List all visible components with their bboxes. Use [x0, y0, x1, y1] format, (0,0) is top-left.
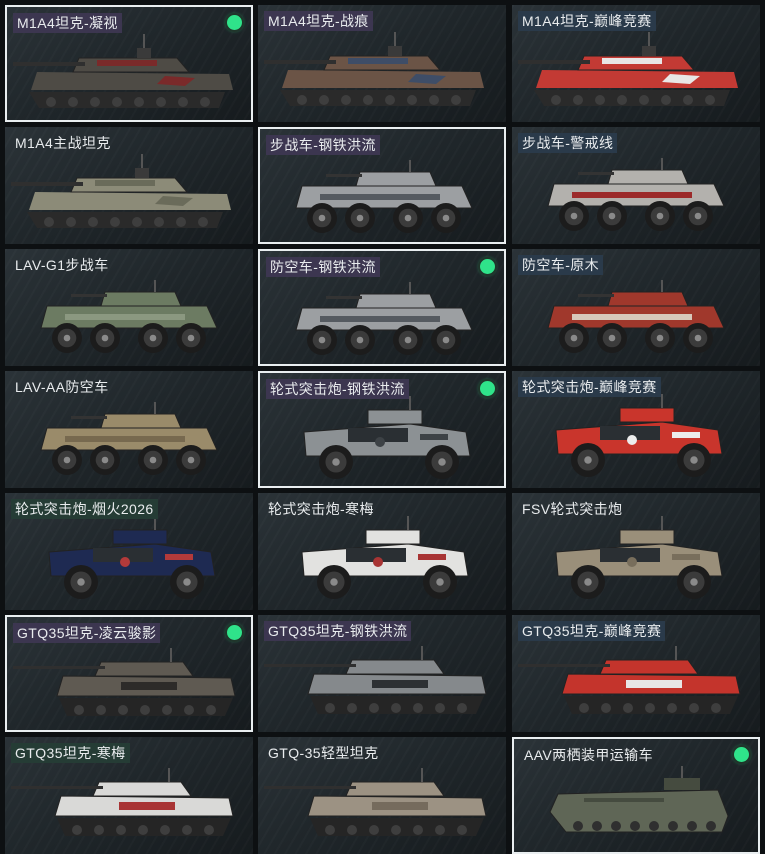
vehicle-card[interactable]: AAV两栖装甲运输车: [512, 737, 760, 854]
ifv-vehicle-image: [547, 158, 725, 231]
vehicle-name-label: M1A4坦克-战痕: [264, 11, 373, 31]
vehicle-card[interactable]: GTQ-35轻型坦克: [258, 737, 506, 854]
vehicle-name-label: GTQ35坦克-巅峰竞赛: [518, 621, 666, 641]
truck-vehicle-image: [48, 516, 216, 599]
vehicle-name-label: GTQ35坦克-钢铁洪流: [264, 621, 412, 641]
vehicle-name-label: GTQ35坦克-寒梅: [11, 743, 130, 763]
vehicle-card[interactable]: FSV轮式突击炮: [512, 493, 760, 610]
vehicle-card[interactable]: 轮式突击炮-寒梅: [258, 493, 506, 610]
vehicle-card[interactable]: 防空车-钢铁洪流: [258, 249, 506, 366]
light-vehicle-image: [11, 768, 234, 836]
ifv-vehicle-image: [40, 280, 218, 353]
vehicle-card[interactable]: GTQ35坦克-寒梅: [5, 737, 253, 854]
equipped-indicator-icon: [734, 747, 749, 762]
tank-vehicle-image: [264, 32, 484, 106]
equipped-indicator-icon: [227, 15, 242, 30]
vehicle-card[interactable]: 轮式突击炮-烟火2026: [5, 493, 253, 610]
vehicle-card[interactable]: M1A4坦克-凝视: [5, 5, 253, 122]
vehicle-name-label: 轮式突击炮-烟火2026: [11, 499, 158, 519]
vehicle-name-label: GTQ35坦克-凌云骏影: [13, 623, 161, 643]
ifv-vehicle-image: [40, 402, 218, 475]
light-vehicle-image: [264, 646, 487, 714]
vehicle-card[interactable]: 步战车-钢铁洪流: [258, 127, 506, 244]
ifv-vehicle-image: [547, 280, 725, 353]
ifv-vehicle-image: [295, 282, 473, 355]
light-vehicle-image: [518, 646, 741, 714]
vehicle-name-label: FSV轮式突击炮: [522, 501, 623, 517]
vehicle-name-label: 轮式突击炮-巅峰竞赛: [518, 377, 661, 397]
vehicle-card[interactable]: 轮式突击炮-巅峰竞赛: [512, 371, 760, 488]
light-vehicle-image: [13, 648, 236, 716]
vehicle-card[interactable]: LAV-AA防空车: [5, 371, 253, 488]
vehicle-card[interactable]: GTQ35坦克-凌云骏影: [5, 615, 253, 732]
vehicle-card[interactable]: 步战车-警戒线: [512, 127, 760, 244]
vehicle-card[interactable]: M1A4主战坦克: [5, 127, 253, 244]
vehicle-name-label: 步战车-警戒线: [518, 133, 618, 153]
vehicle-card[interactable]: M1A4坦克-战痕: [258, 5, 506, 122]
vehicle-name-label: M1A4坦克-巅峰竞赛: [518, 11, 656, 31]
equipped-indicator-icon: [480, 259, 495, 274]
vehicle-card[interactable]: LAV-G1步战车: [5, 249, 253, 366]
vehicle-name-label: 轮式突击炮-寒梅: [268, 501, 374, 517]
vehicle-name-label: 防空车-原木: [518, 255, 604, 275]
equipped-indicator-icon: [227, 625, 242, 640]
vehicle-name-label: LAV-AA防空车: [15, 379, 109, 395]
truck-vehicle-image: [301, 516, 469, 599]
tank-vehicle-image: [518, 32, 738, 106]
vehicle-name-label: AAV两栖装甲运输车: [524, 747, 653, 763]
tank-vehicle-image: [11, 154, 231, 228]
vehicle-name-label: 防空车-钢铁洪流: [266, 257, 380, 277]
equipped-indicator-icon: [480, 381, 495, 396]
vehicle-skin-grid: M1A4坦克-凝视 M1A4坦克-战痕 M1A4坦克-巅峰竞赛 M1A4主战坦克 步战车…: [0, 0, 765, 854]
vehicle-name-label: 步战车-钢铁洪流: [266, 135, 380, 155]
amphib-vehicle-image: [549, 766, 729, 833]
truck-vehicle-image: [303, 396, 471, 479]
vehicle-card[interactable]: GTQ35坦克-巅峰竞赛: [512, 615, 760, 732]
ifv-vehicle-image: [295, 160, 473, 233]
vehicle-name-label: M1A4坦克-凝视: [13, 13, 122, 33]
vehicle-card[interactable]: M1A4坦克-巅峰竞赛: [512, 5, 760, 122]
truck-vehicle-image: [555, 516, 723, 599]
tank-vehicle-image: [13, 34, 233, 108]
vehicle-card[interactable]: 防空车-原木: [512, 249, 760, 366]
vehicle-name-label: M1A4主战坦克: [15, 135, 111, 151]
vehicle-name-label: LAV-G1步战车: [15, 257, 109, 273]
vehicle-name-label: 轮式突击炮-钢铁洪流: [266, 379, 409, 399]
vehicle-card[interactable]: 轮式突击炮-钢铁洪流: [258, 371, 506, 488]
light-vehicle-image: [264, 768, 487, 836]
vehicle-name-label: GTQ-35轻型坦克: [268, 745, 379, 761]
vehicle-card[interactable]: GTQ35坦克-钢铁洪流: [258, 615, 506, 732]
truck-vehicle-image: [555, 394, 723, 477]
